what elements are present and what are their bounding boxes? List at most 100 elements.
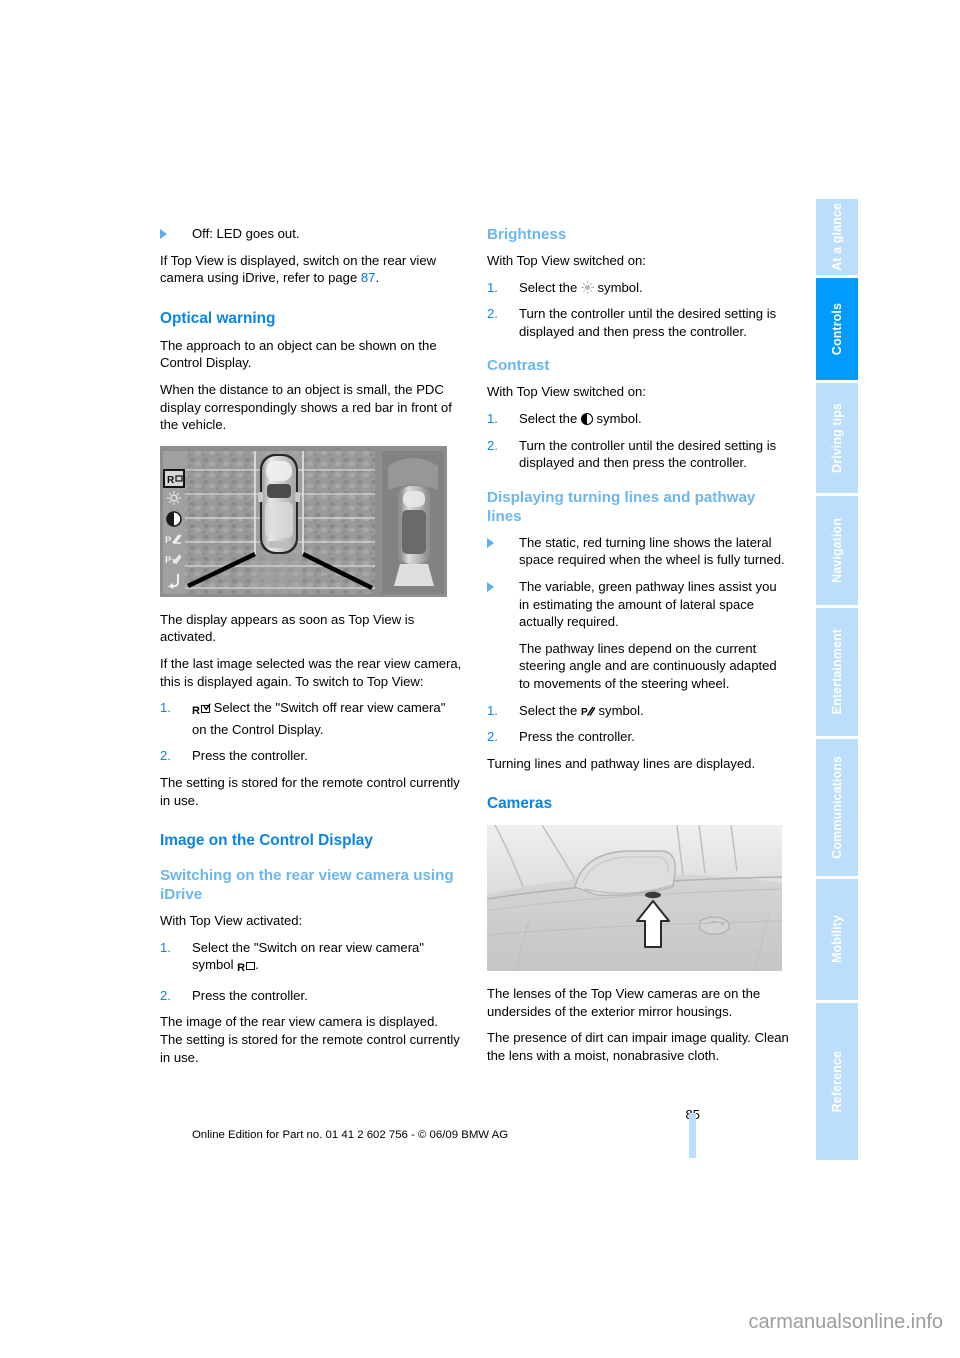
pdc-display-graphic: R P P — [160, 445, 447, 597]
list-item: Press the controller. — [160, 987, 462, 1005]
pdc-vehicle-schematic — [398, 483, 430, 566]
step-text-end: symbol. — [594, 702, 644, 718]
bullet-text: The static, red turning line shows the l… — [519, 534, 785, 568]
sidebar-item-entertainment[interactable]: Entertainment — [816, 608, 858, 736]
footer-accent-bar — [689, 1113, 696, 1158]
tab-label: Entertainment — [830, 629, 844, 715]
contrast-icon — [166, 510, 182, 527]
step-text: Turn the controller until the desired se… — [519, 437, 777, 471]
right-text-column: Brightness With Top View switched on: Se… — [487, 225, 789, 1074]
list-item: Select the "Switch on rear view camera" … — [160, 939, 462, 978]
site-watermark: carmanualsonline.info — [748, 1311, 943, 1333]
triangle-bullet-icon — [487, 581, 494, 592]
brightness-icon — [580, 280, 594, 294]
contrast-intro: With Top View switched on: — [487, 384, 646, 400]
step-text: Select the "Switch on rear view camera" … — [192, 939, 424, 973]
sidebar-item-navigation[interactable]: Navigation — [816, 496, 858, 605]
optical-paragraph-2: When the distance to an object is small,… — [160, 381, 452, 433]
list-item: Press the controller. — [487, 728, 789, 746]
subheading-switching-on-rear-view-camera: Switching on the rear view camera using … — [160, 867, 454, 904]
tab-label: Mobility — [830, 915, 844, 964]
sidebar-item-reference[interactable]: Reference — [816, 1003, 858, 1160]
figure-exterior-mirror-camera — [487, 825, 789, 972]
step-text: Select the — [519, 279, 581, 295]
subheading-brightness: Brightness — [487, 226, 567, 243]
list-item: Select the symbol. — [487, 410, 789, 428]
pathway-lines-icon: P — [581, 704, 596, 718]
heading-image-on-control-display: Image on the Control Display — [160, 832, 373, 850]
step-text-end: symbol. — [592, 410, 642, 426]
figure-caption-2: If the last image selected was the rear … — [160, 655, 462, 689]
step-text: Press the controller. — [192, 748, 308, 764]
note-text: If Top View is displayed, switch on the … — [160, 252, 437, 286]
switch-on-rear-view-camera-steps: Select the "Switch on rear view camera" … — [160, 939, 462, 1005]
step-text: Press the controller. — [519, 729, 635, 745]
note-text-end: . — [375, 270, 380, 286]
switch-to-top-view-steps: R Select the "Switch off rear view camer… — [160, 699, 462, 765]
svg-text:P: P — [165, 555, 172, 566]
page-cross-reference-link[interactable]: 87 — [361, 270, 376, 285]
triangle-bullet-icon — [160, 229, 167, 239]
manual-page: At a glance Controls Driving tips Naviga… — [0, 0, 960, 1358]
list-item: Turn the controller until the desired se… — [487, 305, 789, 340]
switch-off-rear-view-camera-icon: R — [192, 703, 211, 721]
step-text-end: symbol. — [593, 279, 643, 295]
heading-cameras: Cameras — [487, 795, 553, 813]
list-item: Turn the controller until the desired se… — [487, 437, 789, 472]
exterior-mirror-camera-photo — [487, 825, 782, 972]
tab-label: At a glance — [830, 203, 844, 271]
step-text: Turn the controller until the desired se… — [519, 306, 777, 339]
turning-lines-steps: Select the P symbol. Press the controlle… — [487, 702, 789, 746]
switch-on-rear-view-camera-icon: R — [237, 960, 256, 978]
list-item: Off: LED goes out. — [160, 225, 462, 243]
step-text: Press the controller. — [192, 987, 308, 1003]
footer-note: Online Edition for Part no. 01 41 2 602 … — [191, 1129, 509, 1141]
led-off-bullet-list: Off: LED goes out. — [160, 225, 462, 243]
contrast-icon — [580, 412, 593, 425]
subheading-contrast: Contrast — [487, 357, 550, 375]
chapter-tab-strip: At a glance Controls Driving tips Naviga… — [816, 199, 858, 1160]
step-text: Select the — [519, 410, 581, 426]
tab-label: Driving tips — [830, 403, 844, 473]
mirror-camera-graphic — [487, 825, 782, 972]
sidebar-item-communications[interactable]: Communications — [816, 739, 858, 876]
bullet-continuation-text: The pathway lines depend on the current … — [519, 640, 777, 691]
heading-optical-warning: Optical warning — [160, 309, 276, 327]
list-item: Select the P symbol. — [487, 702, 789, 720]
step-text-end: . — [255, 957, 259, 973]
figure-top-view-pdc: R P P — [160, 445, 462, 597]
stored-setting-note: The setting is stored for the remote con… — [160, 774, 460, 808]
vehicle-top-view — [258, 453, 300, 554]
triangle-bullet-icon — [487, 537, 494, 548]
top-view-pdc-display: R P P — [160, 445, 447, 597]
figure-caption-1: The display appears as soon as Top View … — [160, 611, 415, 645]
sidebar-item-driving-tips[interactable]: Driving tips — [816, 383, 858, 493]
left-text-column: Off: LED goes out. If Top View is displa… — [160, 225, 462, 1075]
brightness-steps: Select the symbol. Turn the controller u… — [487, 279, 789, 341]
contrast-steps: Select the symbol. Turn the controller u… — [487, 410, 789, 472]
tab-label: Controls — [830, 302, 844, 356]
svg-text:R: R — [167, 475, 175, 486]
tab-label: Reference — [830, 1050, 844, 1113]
list-item: Press the controller. — [160, 747, 462, 765]
turning-lines-result: Turning lines and pathway lines are disp… — [487, 755, 756, 771]
idrive-result-note: The image of the rear view camera is dis… — [160, 1014, 460, 1065]
bullet-text: The variable, green pathway lines assist… — [519, 578, 777, 630]
cameras-paragraph-2: The presence of dirt can impair image qu… — [487, 1030, 789, 1064]
sidebar-item-mobility[interactable]: Mobility — [816, 879, 858, 1000]
sidebar-item-controls[interactable]: Controls — [816, 278, 858, 380]
list-item: The static, red turning line shows the l… — [487, 534, 789, 569]
list-item: The variable, green pathway lines assist… — [487, 578, 789, 693]
camera-lens — [645, 892, 661, 899]
step-text: Select the "Switch off rear view camera"… — [192, 700, 446, 737]
tab-label: Navigation — [830, 518, 844, 583]
top-view-note: If Top View is displayed, switch on the … — [160, 252, 462, 287]
optical-paragraph-1: The approach to an object can be shown o… — [160, 337, 437, 371]
sidebar-item-at-a-glance[interactable]: At a glance — [816, 199, 858, 275]
cameras-paragraph-1: The lenses of the Top View cameras are o… — [487, 986, 761, 1019]
list-item: Select the symbol. — [487, 279, 789, 297]
brightness-intro: With Top View switched on: — [487, 253, 646, 268]
door-handle — [699, 916, 730, 936]
bullet-text: Off: LED goes out. — [192, 226, 300, 241]
svg-text:P: P — [165, 535, 172, 546]
